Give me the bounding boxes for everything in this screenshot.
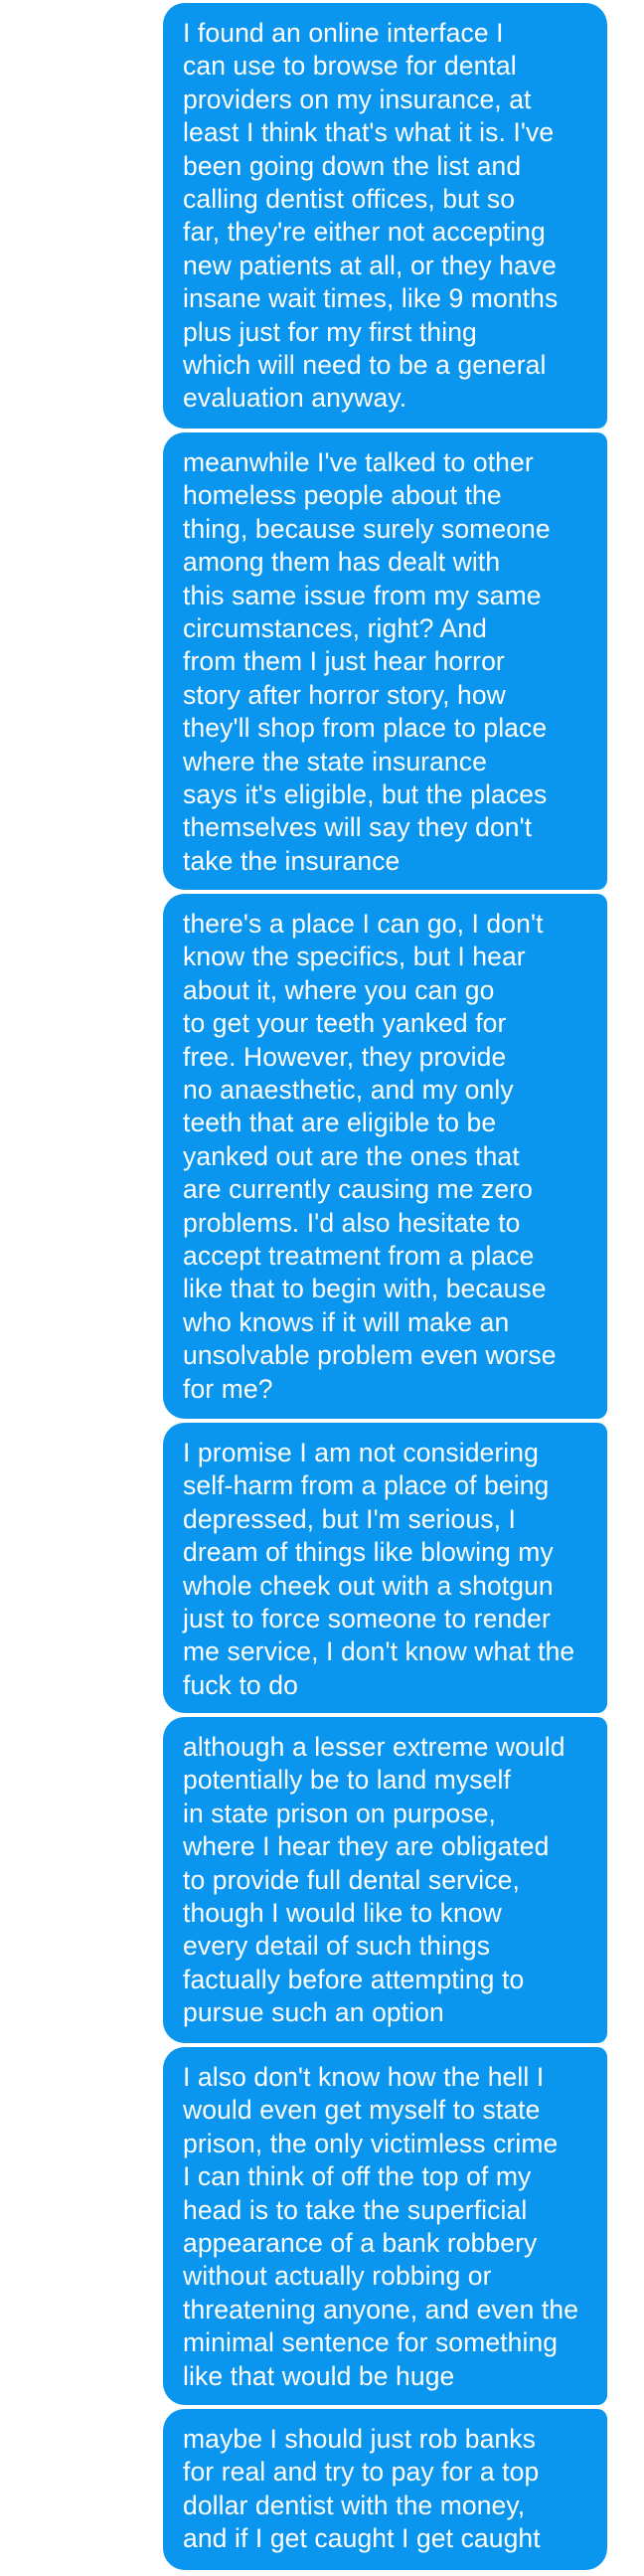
message-thread: I found an online interface I can use to… — [0, 0, 644, 2576]
sent-message-bubble[interactable]: I promise I am not considering self-harm… — [163, 1423, 607, 1713]
sent-message-bubble[interactable]: maybe I should just rob banks for real a… — [163, 2409, 607, 2570]
sent-message-bubble[interactable]: there's a place I can go, I don't know t… — [163, 894, 607, 1419]
sent-message-bubble[interactable]: meanwhile I've talked to other homeless … — [163, 432, 607, 890]
sent-message-bubble[interactable]: I found an online interface I can use to… — [163, 3, 607, 429]
sent-message-bubble[interactable]: I also don't know how the hell I would e… — [163, 2047, 607, 2405]
sent-message-bubble[interactable]: although a lesser extreme would potentia… — [163, 1717, 607, 2043]
